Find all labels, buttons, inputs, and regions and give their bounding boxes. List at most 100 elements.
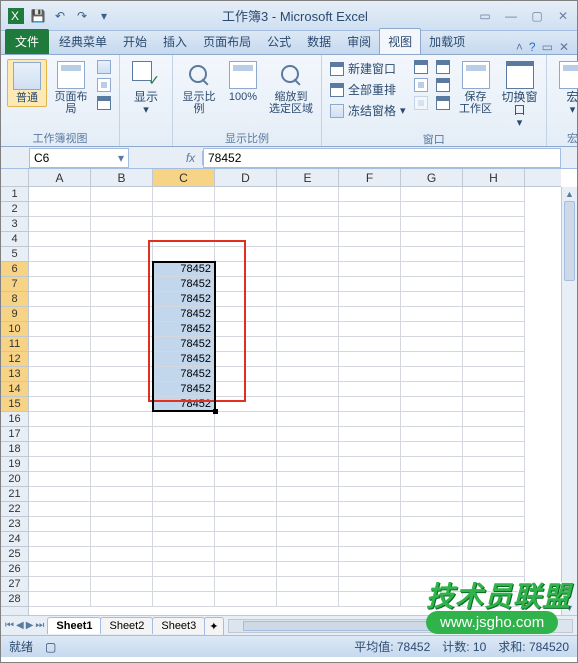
column-header[interactable]: A [29, 169, 91, 186]
cell[interactable] [401, 247, 463, 262]
record-macro-icon[interactable]: ▢ [45, 640, 56, 654]
cell[interactable] [29, 307, 91, 322]
cell[interactable] [339, 517, 401, 532]
cell[interactable] [91, 427, 153, 442]
redo-icon[interactable]: ↷ [73, 7, 91, 25]
cell[interactable] [153, 232, 215, 247]
zoom-selection-button[interactable]: 缩放到 选定区域 [267, 59, 315, 117]
row-header[interactable]: 14 [1, 382, 28, 397]
row-header[interactable]: 6 [1, 262, 28, 277]
cell[interactable] [401, 382, 463, 397]
cell[interactable] [339, 367, 401, 382]
formula-input[interactable]: 78452 [203, 148, 561, 168]
custom-views-button[interactable] [95, 77, 113, 93]
cell[interactable] [463, 322, 525, 337]
cell[interactable] [339, 472, 401, 487]
row-header[interactable]: 13 [1, 367, 28, 382]
cell[interactable] [91, 547, 153, 562]
cell[interactable] [463, 232, 525, 247]
cell[interactable] [215, 217, 277, 232]
row-header[interactable]: 26 [1, 562, 28, 577]
cell[interactable] [277, 457, 339, 472]
cell[interactable] [339, 187, 401, 202]
cell[interactable] [215, 187, 277, 202]
cell[interactable] [463, 187, 525, 202]
cell[interactable] [153, 577, 215, 592]
cell[interactable] [277, 367, 339, 382]
cell[interactable] [339, 337, 401, 352]
cell[interactable] [277, 352, 339, 367]
cell[interactable] [277, 412, 339, 427]
scroll-up-icon[interactable]: ▲ [562, 187, 577, 201]
tab-home[interactable]: 开始 [115, 29, 155, 54]
cell[interactable] [463, 562, 525, 577]
cell[interactable] [401, 292, 463, 307]
save-workspace-button[interactable]: 保存 工作区 [456, 59, 496, 117]
cell[interactable] [91, 517, 153, 532]
normal-view-button[interactable]: 普通 [7, 59, 47, 107]
column-header[interactable]: F [339, 169, 401, 186]
cell[interactable] [91, 277, 153, 292]
cell[interactable] [401, 502, 463, 517]
row-header[interactable]: 16 [1, 412, 28, 427]
cell[interactable] [91, 472, 153, 487]
row-header[interactable]: 10 [1, 322, 28, 337]
cell[interactable] [91, 232, 153, 247]
cell[interactable] [153, 202, 215, 217]
cell[interactable] [339, 247, 401, 262]
cell[interactable] [277, 532, 339, 547]
row-header[interactable]: 21 [1, 487, 28, 502]
cell[interactable] [339, 532, 401, 547]
cell[interactable] [153, 562, 215, 577]
help-icon[interactable]: ? [529, 40, 536, 54]
cells-grid[interactable]: 7845278452784527845278452784527845278452… [29, 187, 561, 615]
cell[interactable] [215, 547, 277, 562]
vertical-scrollbar[interactable]: ▲ ▼ [561, 187, 577, 615]
name-box[interactable]: C6 ▾ [29, 148, 129, 168]
cell[interactable] [29, 277, 91, 292]
cell[interactable] [277, 187, 339, 202]
row-header[interactable]: 18 [1, 442, 28, 457]
cell[interactable] [153, 427, 215, 442]
cell[interactable] [463, 427, 525, 442]
cell[interactable] [215, 502, 277, 517]
cell[interactable] [401, 577, 463, 592]
cell[interactable] [339, 562, 401, 577]
cell[interactable] [277, 577, 339, 592]
row-header[interactable]: 9 [1, 307, 28, 322]
cell[interactable] [29, 262, 91, 277]
cell[interactable] [339, 397, 401, 412]
cell[interactable] [91, 577, 153, 592]
cell[interactable] [29, 592, 91, 607]
macros-button[interactable]: 宏▾ [553, 59, 578, 118]
sheet-nav-first-icon[interactable]: ⏮ [5, 620, 14, 631]
minimize-icon[interactable]: — [503, 9, 519, 23]
cell[interactable] [401, 217, 463, 232]
cell[interactable] [215, 307, 277, 322]
cell[interactable] [277, 502, 339, 517]
row-header[interactable]: 3 [1, 217, 28, 232]
cell[interactable] [29, 382, 91, 397]
cell[interactable] [277, 472, 339, 487]
row-header[interactable]: 11 [1, 337, 28, 352]
cell[interactable] [215, 202, 277, 217]
cell[interactable] [29, 532, 91, 547]
cell[interactable] [215, 262, 277, 277]
cell[interactable] [91, 247, 153, 262]
cell[interactable] [463, 577, 525, 592]
hide-button[interactable] [412, 77, 430, 93]
sheet-tab-1[interactable]: Sheet1 [47, 617, 101, 634]
arrange-all-button[interactable]: 全部重排 [328, 80, 408, 99]
cell[interactable] [401, 337, 463, 352]
cell[interactable] [401, 307, 463, 322]
page-break-preview-button[interactable] [95, 59, 113, 75]
row-header[interactable]: 20 [1, 472, 28, 487]
row-header[interactable]: 23 [1, 517, 28, 532]
cell[interactable] [339, 427, 401, 442]
cell[interactable] [153, 547, 215, 562]
page-layout-button[interactable]: 页面布局 [51, 59, 91, 117]
cell[interactable] [29, 367, 91, 382]
cell[interactable] [277, 292, 339, 307]
cell[interactable] [153, 217, 215, 232]
fullscreen-button[interactable] [95, 95, 113, 111]
